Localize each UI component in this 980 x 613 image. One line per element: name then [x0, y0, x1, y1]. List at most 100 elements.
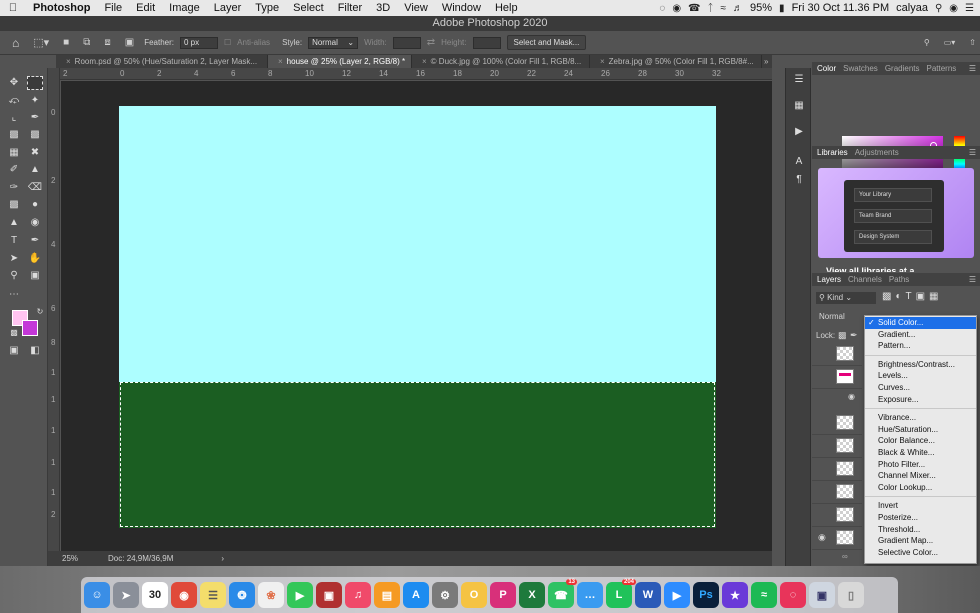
notes-icon[interactable]: ☰	[200, 582, 226, 608]
menu-app-photoshop[interactable]: Photoshop	[26, 2, 97, 14]
marquee-preset-icon[interactable]: ⬚▾	[29, 35, 53, 51]
messages-icon[interactable]: …	[577, 582, 603, 608]
tab-house[interactable]: × house @ 25% (Layer 2, RGB/8) *	[268, 55, 412, 68]
tab-zebra[interactable]: × Zebra.jpg @ 50% (Color Fill 1, RGB/8#..…	[590, 55, 762, 68]
path-select-tool-icon[interactable]: ➤	[6, 252, 22, 266]
creative-cloud-status-icon[interactable]: ◌	[659, 3, 665, 14]
menu-item-brightness-contrast[interactable]: Brightness/Contrast...	[865, 359, 976, 371]
line-icon[interactable]: L 204	[606, 579, 636, 608]
spot-healing-tool-icon[interactable]: ▩	[6, 128, 22, 142]
link-layers-icon[interactable]: ∞	[842, 552, 848, 561]
search-icon[interactable]: ⚲	[920, 35, 934, 51]
menu-3d[interactable]: 3D	[369, 2, 397, 14]
x-icon[interactable]: X	[519, 582, 545, 608]
rectangle-tool-icon[interactable]: ▣	[27, 269, 43, 283]
menu-type[interactable]: Type	[248, 2, 286, 14]
select-and-mask-button[interactable]: Select and Mask...	[506, 35, 587, 50]
menu-file[interactable]: File	[97, 2, 129, 14]
music-icon[interactable]: ♫	[345, 582, 371, 608]
feather-input[interactable]: 0 px	[179, 36, 218, 49]
actions-panel-icon[interactable]: ▶	[791, 126, 807, 140]
layer-row[interactable]	[812, 343, 862, 366]
swap-colors-icon[interactable]: ↻	[32, 305, 48, 319]
photos-icon[interactable]: ❀	[258, 582, 284, 608]
menu-item-gradient-map[interactable]: Gradient Map...	[865, 535, 976, 547]
layer-row[interactable]	[812, 458, 862, 481]
tab-libraries[interactable]: Libraries	[817, 148, 848, 157]
trash-icon[interactable]: ▯	[838, 582, 864, 608]
screen-mode-icon[interactable]: ◧	[27, 344, 43, 358]
safari-icon[interactable]: ❂	[229, 582, 255, 608]
layer-filter-icons[interactable]: ▩◐T▣▦	[882, 291, 943, 302]
gradient-tool-icon[interactable]: ▩	[6, 198, 22, 212]
move-tool-icon[interactable]: ✥	[6, 76, 22, 90]
pen-tool-icon[interactable]: ✒	[27, 234, 43, 248]
blur-tool-icon[interactable]: ●	[27, 198, 43, 212]
zoom-tool-icon[interactable]: ⚲	[6, 269, 22, 283]
menu-item-channel-mixer[interactable]: Channel Mixer...	[865, 470, 976, 482]
line-status-icon[interactable]: ◉	[672, 3, 681, 14]
menu-view[interactable]: View	[397, 2, 435, 14]
history-brush-tool-icon[interactable]: ✑	[6, 181, 22, 195]
default-colors-icon[interactable]: ▩	[6, 326, 22, 340]
menu-item-curves[interactable]: Curves...	[865, 382, 976, 394]
system-preferences-icon[interactable]: ⚙	[432, 582, 458, 608]
menu-item-posterize[interactable]: Posterize...	[865, 512, 976, 524]
clock[interactable]: Fri 30 Oct 11.36 PM	[792, 2, 890, 14]
intersect-selection-icon[interactable]: ▣	[121, 35, 138, 51]
width-input[interactable]	[392, 36, 421, 49]
view-all-libraries-link[interactable]: View all libraries at a...	[826, 266, 976, 272]
menu-item-threshold[interactable]: Threshold...	[865, 524, 976, 536]
close-icon[interactable]: ×	[600, 57, 605, 66]
history-panel-icon[interactable]: ☰	[791, 74, 807, 88]
panel-menu-icon[interactable]: ☰	[969, 148, 976, 157]
tab-adjustments[interactable]: Adjustments	[855, 148, 899, 157]
tab-duck[interactable]: × © Duck.jpg @ 100% (Color Fill 1, RGB/8.…	[412, 55, 590, 68]
status-menu-arrow-icon[interactable]: ›	[221, 554, 224, 563]
new-selection-icon[interactable]: ■	[59, 35, 73, 51]
menu-item-hue-saturation[interactable]: Hue/Saturation...	[865, 424, 976, 436]
character-panel-icon[interactable]: A	[791, 156, 807, 170]
menu-select[interactable]: Select	[286, 2, 331, 14]
spotlight-icon[interactable]: ⚲	[935, 3, 942, 14]
calendar-icon[interactable]: 30	[142, 582, 168, 608]
tab-swatches[interactable]: Swatches	[843, 64, 878, 73]
layer-row[interactable]: ◉	[812, 366, 862, 401]
preview-icon[interactable]: ▣	[809, 582, 835, 608]
tab-patterns[interactable]: Patterns	[927, 64, 957, 73]
menu-edit[interactable]: Edit	[129, 2, 162, 14]
menu-layer[interactable]: Layer	[207, 2, 249, 14]
eye-icon[interactable]: ◉	[848, 392, 855, 401]
user-name[interactable]: calyaa	[896, 2, 928, 14]
tab-gradients[interactable]: Gradients	[885, 64, 920, 73]
books-icon[interactable]: ▤	[374, 582, 400, 608]
panel-menu-icon[interactable]: ☰	[969, 64, 976, 73]
menu-item-color-lookup[interactable]: Color Lookup...	[865, 482, 976, 494]
volume-icon[interactable]: ♬	[733, 3, 743, 14]
spotify-icon[interactable]: ≈	[751, 582, 777, 608]
menu-help[interactable]: Help	[488, 2, 525, 14]
apple-icon[interactable]: 	[0, 2, 26, 14]
layer-row[interactable]	[812, 504, 862, 527]
tabs-overflow-icon[interactable]: »	[762, 55, 768, 68]
swap-dimensions-icon[interactable]: ⇄	[427, 37, 435, 48]
eyedropper-tool-icon[interactable]: ✒	[27, 111, 43, 125]
quick-mask-icon[interactable]: ▣	[6, 344, 22, 358]
canvas-area[interactable]	[61, 81, 772, 551]
layer-row[interactable]	[812, 435, 862, 458]
type-tool-icon[interactable]: T	[6, 234, 22, 248]
menu-item-vibrance[interactable]: Vibrance...	[865, 412, 976, 424]
close-icon[interactable]: ×	[66, 57, 71, 66]
photo-booth-icon[interactable]: ▣	[316, 582, 342, 608]
tab-color[interactable]: Color	[817, 64, 836, 73]
layer-filter-select[interactable]: ⚲ Kind ⌄	[816, 292, 876, 304]
launchpad-icon[interactable]: ➤	[113, 582, 139, 608]
add-selection-icon[interactable]: ⧉	[79, 35, 94, 51]
zoom-icon[interactable]: ▶	[664, 582, 690, 608]
document-canvas[interactable]	[119, 106, 716, 528]
menu-filter[interactable]: Filter	[331, 2, 369, 14]
lock-pixels-icon[interactable]: ✒	[850, 330, 858, 341]
menu-item-gradient[interactable]: Gradient...	[865, 329, 976, 341]
background-color-swatch[interactable]	[22, 320, 38, 336]
subtract-selection-icon[interactable]: ⧈	[100, 35, 114, 51]
